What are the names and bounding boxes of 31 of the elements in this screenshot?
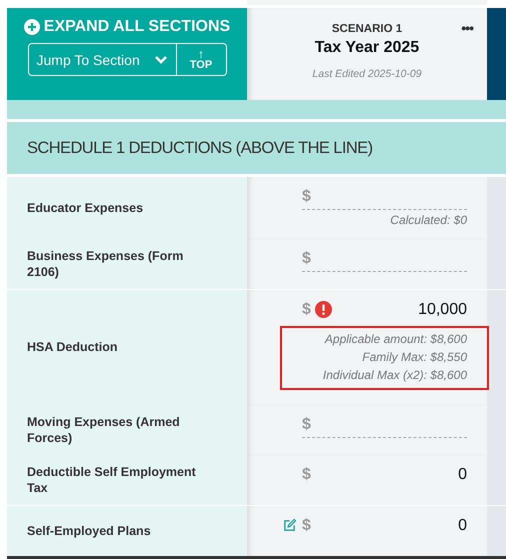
amount-field[interactable]: $ 0	[302, 463, 467, 488]
chevron-down-icon	[154, 54, 168, 64]
row-label: Moving Expenses (Armed Forces)	[27, 414, 181, 446]
section-header[interactable]: SCHEDULE 1 DEDUCTIONS (ABOVE THE LINE)	[7, 122, 506, 174]
amount-field[interactable]: $	[302, 247, 467, 272]
amount-note: Individual Max (x2): $8,600	[322, 368, 467, 382]
last-edited-text: Last Edited 2025-10-09	[312, 68, 422, 80]
scenario-name: SCENARIO 1	[332, 23, 402, 35]
scenario-title: Tax Year 2025	[314, 39, 420, 57]
row-label: Self-Employed Plans	[27, 522, 151, 539]
amount-field[interactable]: $	[302, 185, 467, 210]
side-panel	[487, 177, 506, 239]
side-panel	[487, 455, 506, 506]
expand-all-button[interactable]: EXPAND ALL SECTIONS	[24, 18, 230, 36]
row-label: Business Expenses (Form 2106)	[27, 248, 184, 280]
amount-note: Calculated: $0	[390, 213, 467, 227]
amount-note: Family Max: $8,550	[362, 350, 467, 364]
side-panel	[487, 506, 506, 556]
jump-to-section-dropdown[interactable]: Jump To Section	[28, 43, 176, 76]
amount-note: Applicable amount: $8,600	[324, 332, 467, 346]
row-label: Deductible Self Employment Tax	[27, 464, 197, 496]
plus-circle-icon	[24, 19, 40, 35]
section-title: SCHEDULE 1 DEDUCTIONS (ABOVE THE LINE)	[27, 138, 372, 158]
row-label: HSA Deduction	[27, 339, 118, 356]
amount-field[interactable]: $ 10,000	[302, 298, 467, 323]
amount-field[interactable]: $ 0	[302, 514, 467, 539]
back-to-top-button[interactable]: ↑ TOP	[176, 43, 226, 76]
row-label: Educator Expenses	[27, 200, 144, 216]
amount-field[interactable]: $	[302, 412, 467, 438]
edit-icon[interactable]	[283, 518, 296, 532]
more-menu-button[interactable]: •••	[461, 20, 473, 36]
